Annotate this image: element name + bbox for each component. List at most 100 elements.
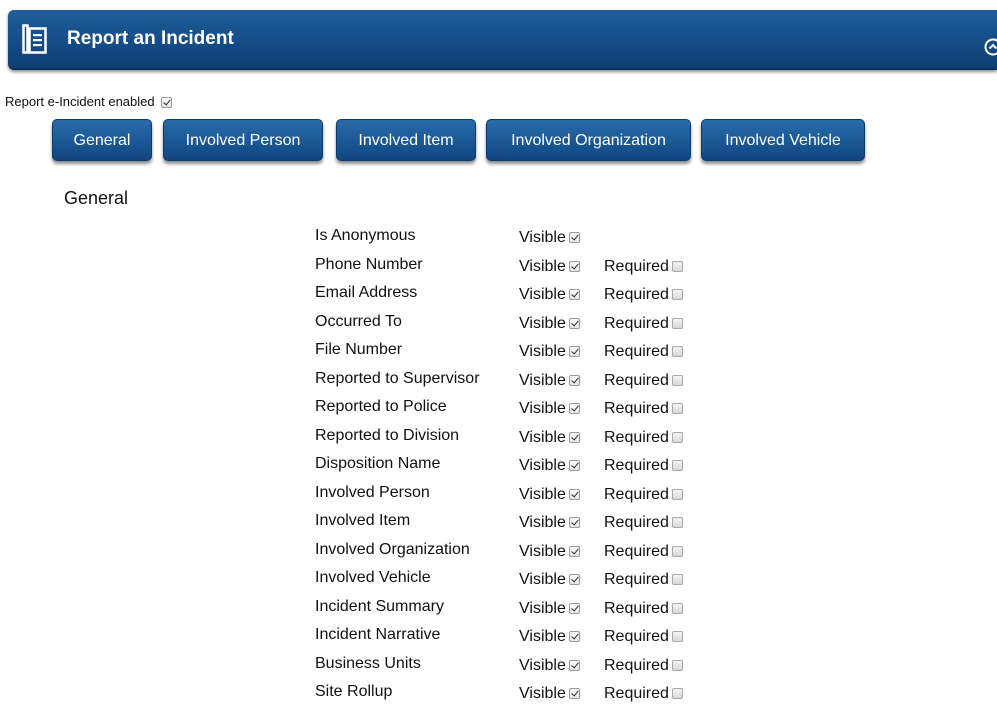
visible-checkbox[interactable] — [569, 631, 580, 642]
required-label: Required — [604, 514, 669, 531]
required-checkbox[interactable] — [672, 603, 683, 614]
required-label: Required — [604, 372, 669, 389]
chevron-up-circle-icon[interactable] — [983, 37, 997, 57]
visible-option: Visible — [519, 429, 580, 447]
visible-checkbox[interactable] — [569, 460, 580, 471]
visible-checkbox[interactable] — [569, 232, 580, 243]
required-label: Required — [604, 286, 669, 303]
required-label: Required — [604, 571, 669, 588]
visible-option: Visible — [519, 657, 580, 675]
required-checkbox[interactable] — [672, 346, 683, 357]
visible-checkbox[interactable] — [569, 489, 580, 500]
visible-label: Visible — [519, 628, 566, 645]
visible-label: Visible — [519, 315, 566, 332]
required-option: Required — [604, 457, 683, 475]
required-checkbox[interactable] — [672, 489, 683, 500]
required-option: Required — [604, 486, 683, 504]
visible-option: Visible — [519, 685, 580, 703]
field-label: Involved Organization — [315, 541, 470, 559]
required-checkbox[interactable] — [672, 517, 683, 528]
required-option: Required — [604, 628, 683, 646]
required-option: Required — [604, 685, 683, 703]
required-label: Required — [604, 315, 669, 332]
required-checkbox[interactable] — [672, 375, 683, 386]
field-label: Involved Item — [315, 512, 410, 530]
required-label: Required — [604, 343, 669, 360]
visible-label: Visible — [519, 258, 566, 275]
required-option: Required — [604, 286, 683, 304]
visible-checkbox[interactable] — [569, 603, 580, 614]
required-label: Required — [604, 543, 669, 560]
required-checkbox[interactable] — [672, 318, 683, 329]
required-label: Required — [604, 486, 669, 503]
visible-label: Visible — [519, 343, 566, 360]
required-option: Required — [604, 372, 683, 390]
visible-label: Visible — [519, 286, 566, 303]
tab-involved-organization[interactable]: Involved Organization — [486, 119, 691, 161]
field-label: Phone Number — [315, 256, 423, 274]
visible-checkbox[interactable] — [569, 660, 580, 671]
tab-involved-item[interactable]: Involved Item — [336, 119, 476, 161]
visible-checkbox[interactable] — [569, 261, 580, 272]
visible-label: Visible — [519, 400, 566, 417]
required-option: Required — [604, 343, 683, 361]
tab-involved-vehicle[interactable]: Involved Vehicle — [701, 119, 865, 161]
visible-checkbox[interactable] — [569, 318, 580, 329]
required-checkbox[interactable] — [672, 261, 683, 272]
required-checkbox[interactable] — [672, 574, 683, 585]
required-label: Required — [604, 457, 669, 474]
document-icon — [22, 24, 48, 54]
visible-option: Visible — [519, 600, 580, 618]
visible-option: Visible — [519, 315, 580, 333]
required-label: Required — [604, 628, 669, 645]
visible-label: Visible — [519, 229, 566, 246]
visible-option: Visible — [519, 229, 580, 247]
visible-label: Visible — [519, 571, 566, 588]
required-label: Required — [604, 258, 669, 275]
required-option: Required — [604, 571, 683, 589]
required-checkbox[interactable] — [672, 546, 683, 557]
tab-involved-person[interactable]: Involved Person — [163, 119, 323, 161]
required-option: Required — [604, 400, 683, 418]
visible-option: Visible — [519, 571, 580, 589]
required-checkbox[interactable] — [672, 631, 683, 642]
required-checkbox[interactable] — [672, 403, 683, 414]
visible-option: Visible — [519, 514, 580, 532]
field-label: Site Rollup — [315, 683, 392, 701]
visible-option: Visible — [519, 628, 580, 646]
required-checkbox[interactable] — [672, 432, 683, 443]
report-enabled-label: Report e-Incident enabled — [5, 94, 155, 109]
field-label: Reported to Division — [315, 427, 459, 445]
visible-checkbox[interactable] — [569, 432, 580, 443]
field-label: Disposition Name — [315, 455, 440, 473]
required-option: Required — [604, 514, 683, 532]
visible-checkbox[interactable] — [569, 517, 580, 528]
visible-option: Visible — [519, 457, 580, 475]
visible-label: Visible — [519, 429, 566, 446]
visible-label: Visible — [519, 457, 566, 474]
field-label: Reported to Supervisor — [315, 370, 480, 388]
required-checkbox[interactable] — [672, 660, 683, 671]
visible-option: Visible — [519, 258, 580, 276]
tab-general[interactable]: General — [52, 119, 152, 161]
report-enabled-row: Report e-Incident enabled — [5, 94, 172, 109]
visible-label: Visible — [519, 685, 566, 702]
visible-checkbox[interactable] — [569, 375, 580, 386]
visible-label: Visible — [519, 372, 566, 389]
required-checkbox[interactable] — [672, 460, 683, 471]
required-checkbox[interactable] — [672, 289, 683, 300]
visible-checkbox[interactable] — [569, 289, 580, 300]
field-label: Reported to Police — [315, 398, 447, 416]
visible-checkbox[interactable] — [569, 346, 580, 357]
required-label: Required — [604, 429, 669, 446]
visible-option: Visible — [519, 372, 580, 390]
page-title: Report an Incident — [67, 10, 234, 68]
visible-checkbox[interactable] — [569, 403, 580, 414]
field-label: Is Anonymous — [315, 227, 416, 245]
required-option: Required — [604, 258, 683, 276]
report-enabled-checkbox[interactable] — [161, 97, 172, 108]
visible-label: Visible — [519, 486, 566, 503]
visible-checkbox[interactable] — [569, 574, 580, 585]
required-label: Required — [604, 657, 669, 674]
visible-checkbox[interactable] — [569, 546, 580, 557]
